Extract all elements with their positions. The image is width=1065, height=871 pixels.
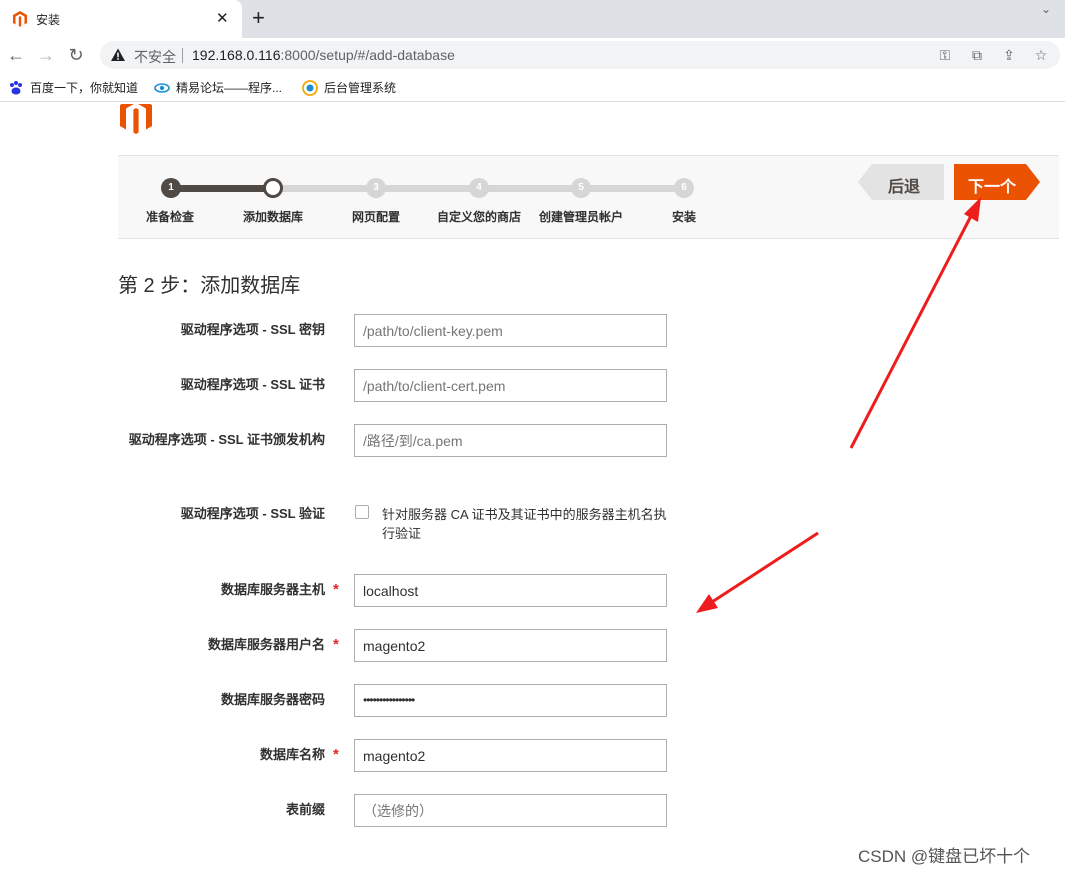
ssl-ca-label: 驱动程序选项 - SSL 证书颁发机构: [128, 432, 325, 447]
back-button[interactable]: 后退: [858, 164, 944, 200]
omnibox-actions: ⚿ ⧉ ⇪ ☆: [936, 46, 1050, 64]
ssl-cert-input[interactable]: [354, 369, 667, 402]
next-button[interactable]: 下一个: [954, 164, 1040, 200]
step-dot-2: [263, 178, 283, 198]
ssl-verify-checkbox[interactable]: [355, 505, 369, 519]
bookmark-label: 百度一下，你就知道: [30, 81, 139, 95]
new-tab-icon[interactable]: +: [252, 5, 265, 31]
table-prefix-label: 表前缀: [285, 802, 325, 817]
ssl-cert-label: 驱动程序选项 - SSL 证书: [180, 377, 325, 392]
step-label-5: 创建管理员帐户: [538, 210, 624, 224]
step-label-4: 自定义您的商店: [436, 210, 522, 224]
required-mark: *: [333, 636, 339, 653]
required-mark: *: [333, 581, 339, 598]
db-host-label: 数据库服务器主机: [220, 582, 325, 597]
reload-icon[interactable]: ↻: [64, 43, 88, 67]
share-icon[interactable]: ⇪: [1000, 46, 1018, 64]
close-tab-icon[interactable]: ✕: [216, 9, 229, 29]
db-password-input[interactable]: ••••••••••••••••: [354, 684, 667, 717]
db-user-input[interactable]: [354, 629, 667, 662]
table-prefix-input[interactable]: [354, 794, 667, 827]
star-icon[interactable]: ☆: [1032, 46, 1050, 64]
url-text[interactable]: 192.168.0.116:8000/setup/#/add-database: [192, 47, 455, 63]
db-password-label: 数据库服务器密码: [220, 692, 325, 707]
arrow-to-database-fields: [696, 531, 819, 613]
step-dot-4: 4: [469, 178, 489, 198]
bookmark-admin[interactable]: 后台管理系统: [302, 79, 396, 96]
db-user-label: 数据库服务器用户名: [207, 637, 325, 652]
page-title: 第 2 步：添加数据库: [118, 275, 301, 297]
step-label-1: 准备检查: [145, 210, 195, 224]
step-label-3: 网页配置: [351, 210, 401, 224]
db-host-input[interactable]: [354, 574, 667, 607]
required-mark: *: [333, 746, 339, 763]
browser-toolbar: ← → ↻ 不安全 192.168.0.116:8000/setup/#/add…: [0, 38, 1065, 72]
admin-logo-icon: [302, 79, 318, 96]
ssl-key-label: 驱动程序选项 - SSL 密钥: [180, 322, 325, 337]
url-host: 192.168.0.116: [192, 47, 281, 63]
back-arrow-icon[interactable]: ←: [4, 43, 28, 67]
ssl-verify-checkbox-label[interactable]: 针对服务器 CA 证书及其证书中的服务器主机名执行验证: [382, 505, 672, 543]
eye-logo-icon: [154, 82, 170, 93]
baidu-paw-icon: [10, 80, 22, 94]
back-button-label: 后退: [888, 179, 921, 196]
step-dot-6: 6: [674, 178, 694, 198]
warning-icon: [111, 48, 125, 61]
bookmarks-bar: 百度一下，你就知道 精易论坛——程序... 后台管理系统: [0, 72, 1065, 102]
db-name-label: 数据库名称: [259, 747, 325, 762]
csdn-watermark: CSDN @键盘已坏十个: [858, 847, 1031, 866]
browser-tabbar: 安装 ✕ + ⌄: [0, 0, 1065, 38]
address-bar[interactable]: 不安全 192.168.0.116:8000/setup/#/add-datab…: [100, 41, 1060, 69]
forward-arrow-icon[interactable]: →: [34, 43, 58, 67]
tab-title: 安装: [36, 13, 61, 27]
magento-logo-icon: [120, 104, 152, 134]
insecure-label[interactable]: 不安全: [134, 47, 176, 67]
chevron-down-icon[interactable]: ⌄: [1041, 2, 1051, 16]
magento-favicon-icon: [13, 11, 27, 27]
ssl-key-input[interactable]: [354, 314, 667, 347]
translate-icon[interactable]: ⧉: [968, 46, 986, 64]
ssl-ca-input[interactable]: [354, 424, 667, 457]
progress-track-done: [168, 185, 274, 192]
step-dot-3: 3: [366, 178, 386, 198]
ssl-verify-label: 驱动程序选项 - SSL 验证: [180, 506, 325, 521]
omnibox-divider: [182, 48, 183, 63]
setup-progress: 1 3 4 5 6 准备检查 添加数据库 网页配置 自定义您的商店 创建管理员帐…: [118, 155, 1059, 239]
bookmark-label: 后台管理系统: [324, 81, 397, 95]
next-button-label: 下一个: [968, 179, 1017, 196]
bookmark-jingyi[interactable]: 精易论坛——程序...: [154, 79, 282, 96]
step-label-6: 安装: [671, 210, 697, 224]
url-path: :8000/setup/#/add-database: [280, 47, 455, 63]
db-name-input[interactable]: [354, 739, 667, 772]
bookmark-baidu[interactable]: 百度一下，你就知道: [8, 79, 138, 96]
key-icon[interactable]: ⚿: [936, 46, 954, 64]
browser-tab[interactable]: 安装 ✕: [0, 0, 242, 38]
bookmark-label: 精易论坛——程序...: [176, 81, 283, 95]
step-label-2: 添加数据库: [242, 210, 304, 224]
step-dot-5: 5: [571, 178, 591, 198]
step-dot-1: 1: [161, 178, 181, 198]
